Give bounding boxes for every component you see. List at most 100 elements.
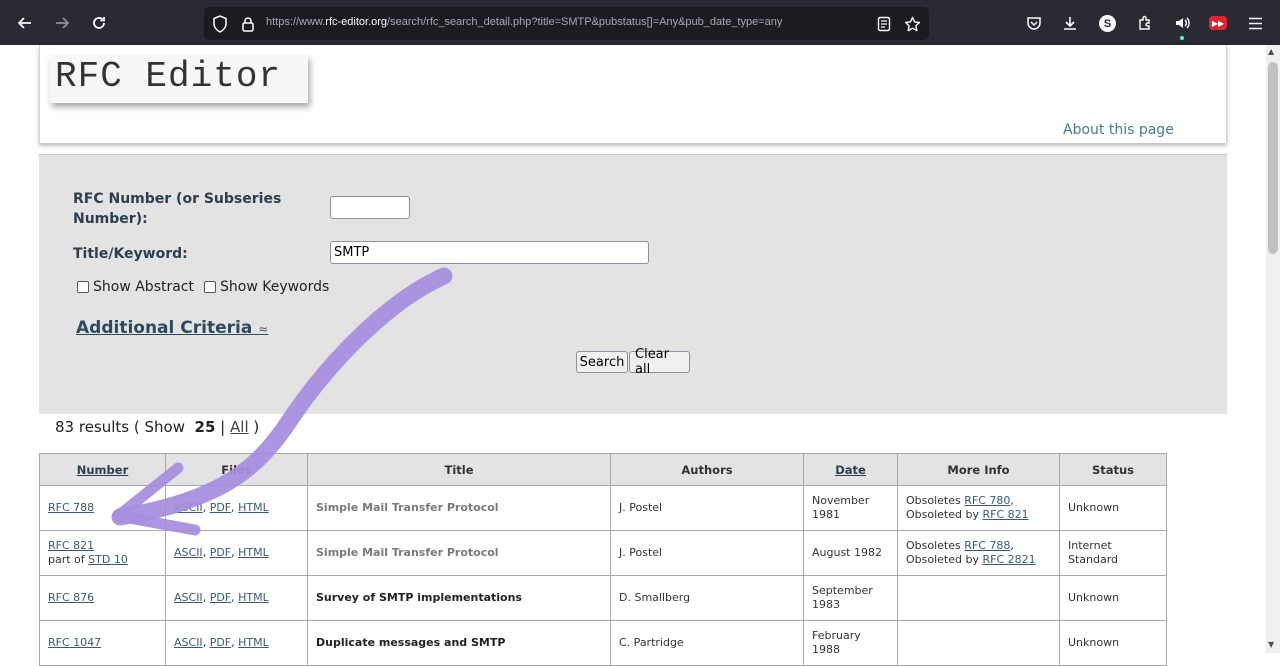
std-link[interactable]: STD 10 <box>88 553 128 566</box>
pocket-icon[interactable] <box>1019 8 1049 38</box>
info-label: Obsoletes <box>906 494 961 507</box>
clear-all-button[interactable]: Clear all <box>629 347 690 377</box>
status-cell: Internet Standard <box>1059 530 1167 576</box>
rfc-link[interactable]: RFC 821 <box>48 539 94 552</box>
show-25-selected: 25 <box>194 418 216 436</box>
ascii-link[interactable]: ASCII <box>174 591 203 604</box>
column-status: Status <box>1059 453 1167 486</box>
column-more-info: More Info <box>897 453 1060 486</box>
results-table: Number Files Title Authors Date More Inf… <box>39 453 1167 666</box>
extensions-icon[interactable] <box>1130 8 1160 38</box>
files-cell: ASCII, PDF, HTML <box>165 530 308 576</box>
info-label: Obsoleted by <box>906 553 979 566</box>
checkbox-box[interactable] <box>77 281 89 293</box>
scroll-down-icon[interactable]: ▼ <box>1268 640 1274 649</box>
shield-icon[interactable] <box>210 14 230 34</box>
show-keywords-checkbox[interactable]: Show Keywords <box>204 279 329 295</box>
rfc-number-cell: RFC 788 <box>39 485 166 531</box>
files-cell: ASCII, PDF, HTML <box>165 575 308 621</box>
column-title: Title <box>307 453 611 486</box>
pdf-link[interactable]: PDF <box>210 591 231 604</box>
bookmark-star-icon[interactable] <box>902 14 922 34</box>
column-date-sort[interactable]: Date <box>803 453 898 486</box>
additional-criteria-toggle[interactable]: Additional Criteria ≈ <box>76 318 268 338</box>
title-cell: Simple Mail Transfer Protocol <box>307 530 611 576</box>
youtube-extension-icon[interactable]: ▶▶ <box>1209 16 1227 30</box>
html-link[interactable]: HTML <box>238 636 269 649</box>
show-all-link[interactable]: All <box>230 418 249 436</box>
show-abstract-checkbox[interactable]: Show Abstract <box>77 279 194 295</box>
title-keyword-label: Title/Keyword: <box>73 246 188 262</box>
double-chevron-down-icon[interactable]: ≈ <box>258 322 268 336</box>
files-cell: ASCII, PDF, HTML <box>165 620 308 666</box>
more-info-cell: Obsoletes RFC 788, Obsoleted by RFC 2821 <box>897 530 1060 576</box>
about-this-page-link[interactable]: About this page <box>1063 122 1174 138</box>
speaker-icon[interactable] <box>1167 8 1197 38</box>
authors-cell: J. Postel <box>610 485 804 531</box>
rfc-number-cell: RFC 876 <box>39 575 166 621</box>
obsoleted-by-link[interactable]: RFC 2821 <box>982 553 1035 566</box>
url-text[interactable]: https://www.rfc-editor.org/search/rfc_se… <box>266 16 782 28</box>
html-link[interactable]: HTML <box>238 546 269 559</box>
url-bar[interactable]: https://www.rfc-editor.org/search/rfc_se… <box>204 7 929 40</box>
column-authors: Authors <box>610 453 804 486</box>
pdf-link[interactable]: PDF <box>210 636 231 649</box>
table-header-row: Number Files Title Authors Date More Inf… <box>39 453 1167 486</box>
obsoletes-link[interactable]: RFC 780 <box>964 494 1010 507</box>
show-keywords-label: Show Keywords <box>220 279 330 295</box>
ascii-link[interactable]: ASCII <box>174 501 203 514</box>
ascii-link[interactable]: ASCII <box>174 636 203 649</box>
html-link[interactable]: HTML <box>238 591 269 604</box>
authors-cell: C. Partridge <box>610 620 804 666</box>
forward-arrow-icon[interactable] <box>47 8 77 38</box>
results-summary: 83 results ( Show 25 | All ) <box>55 418 259 436</box>
pdf-link[interactable]: PDF <box>210 501 231 514</box>
date-cell: November 1981 <box>803 485 898 531</box>
part-of-label: part of <box>48 553 85 566</box>
scroll-up-icon[interactable]: ▲ <box>1268 47 1274 56</box>
lock-icon[interactable] <box>238 14 258 34</box>
html-link[interactable]: HTML <box>238 501 269 514</box>
rfc-number-label: RFC Number (or Subseries Number): <box>73 191 282 227</box>
table-row: RFC 788 ASCII, PDF, HTML Simple Mail Tra… <box>39 485 1167 531</box>
rfc-link[interactable]: RFC 876 <box>48 591 94 604</box>
files-cell: ASCII, PDF, HTML <box>165 485 308 531</box>
rfc-number-cell: RFC 821 part of STD 10 <box>39 530 166 576</box>
back-arrow-icon[interactable] <box>10 8 40 38</box>
column-files: Files <box>165 453 308 486</box>
checkbox-box[interactable] <box>204 281 216 293</box>
reader-view-icon[interactable] <box>874 14 894 34</box>
title-cell: Survey of SMTP implementations <box>307 575 611 621</box>
column-number-sort[interactable]: Number <box>39 453 166 486</box>
additional-criteria-label[interactable]: Additional Criteria <box>76 318 252 338</box>
obsoleted-by-link[interactable]: RFC 821 <box>982 508 1028 521</box>
results-close-paren: ) <box>253 418 260 436</box>
info-label: Obsoletes <box>906 539 961 552</box>
profile-avatar[interactable]: S <box>1099 15 1116 32</box>
title-cell: Simple Mail Transfer Protocol <box>307 485 611 531</box>
date-cell: September 1983 <box>803 575 898 621</box>
more-info-cell: Obsoletes RFC 780, Obsoleted by RFC 821 <box>897 485 1060 531</box>
browser-toolbar: https://www.rfc-editor.org/search/rfc_se… <box>0 0 1280 45</box>
status-cell: Unknown <box>1059 485 1167 531</box>
results-count-text: 83 results ( Show <box>55 418 185 436</box>
title-keyword-input[interactable] <box>330 241 649 264</box>
reload-icon[interactable] <box>84 8 114 38</box>
download-icon[interactable] <box>1055 8 1085 38</box>
date-cell: February 1988 <box>803 620 898 666</box>
status-cell: Unknown <box>1059 620 1167 666</box>
obsoletes-link[interactable]: RFC 788 <box>964 539 1010 552</box>
rfc-link[interactable]: RFC 1047 <box>48 636 101 649</box>
menu-icon[interactable] <box>1240 8 1270 38</box>
pdf-link[interactable]: PDF <box>210 546 231 559</box>
show-abstract-label: Show Abstract <box>93 279 194 295</box>
rfc-editor-logo[interactable]: RFC Editor <box>50 55 308 103</box>
rfc-link[interactable]: RFC 788 <box>48 501 94 514</box>
status-cell: Unknown <box>1059 575 1167 621</box>
results-separator: | <box>220 418 226 436</box>
scrollbar-thumb[interactable] <box>1268 62 1278 254</box>
playing-indicator <box>1180 36 1184 40</box>
ascii-link[interactable]: ASCII <box>174 546 203 559</box>
search-button[interactable]: Search <box>576 351 628 373</box>
rfc-number-input[interactable] <box>330 196 410 219</box>
